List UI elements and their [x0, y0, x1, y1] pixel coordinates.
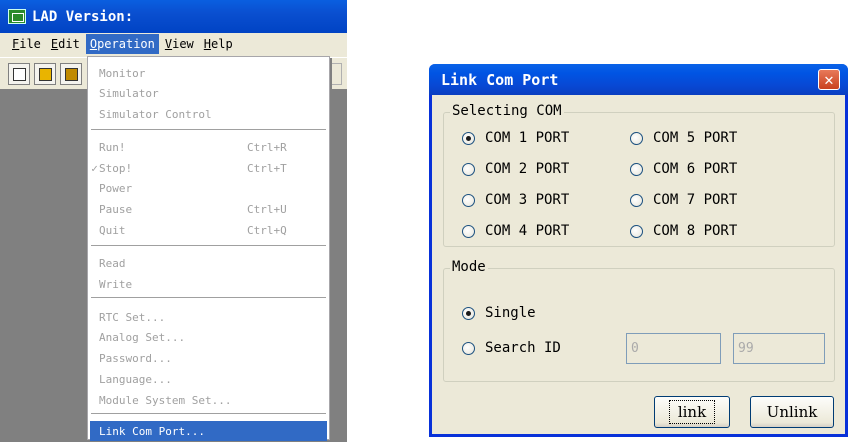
radio-single[interactable]: Single	[462, 305, 536, 321]
new-file-icon[interactable]	[8, 63, 30, 85]
menu-view[interactable]: View	[161, 34, 198, 54]
app-titlebar: LAD Version:	[0, 0, 347, 33]
menu-item-pause[interactable]: Pause Ctrl+U	[90, 199, 327, 219]
menu-item-shortcut: Ctrl+Q	[247, 223, 287, 237]
menu-help[interactable]: Help	[200, 34, 237, 54]
radio-com-1-button[interactable]	[462, 131, 475, 145]
dialog-title: Link Com Port	[441, 70, 559, 89]
menu-item-simulator[interactable]: Simulator	[90, 83, 327, 103]
radio-com-2-port[interactable]: COM 2 PORT	[462, 161, 569, 177]
menu-item-label: Analog Set...	[99, 330, 186, 344]
dialog-titlebar: Link Com Port ✕	[429, 64, 848, 95]
operation-dropdown-menu: Monitor Simulator Simulator Control Run! Ctr…	[87, 56, 330, 441]
radio-com-7-button[interactable]	[630, 193, 643, 207]
save-icon[interactable]	[60, 63, 82, 85]
menu-item-link-com-port[interactable]: Link Com Port...	[90, 421, 327, 441]
menu-item-simulator-control[interactable]: Simulator Control	[90, 104, 327, 124]
radio-com-6-port[interactable]: COM 6 PORT	[630, 161, 737, 177]
menu-item-quit[interactable]: Quit Ctrl+Q	[90, 220, 327, 240]
menu-item-analog-set[interactable]: Analog Set...	[90, 327, 327, 347]
menu-item-monitor[interactable]: Monitor	[90, 63, 327, 83]
menu-item-password[interactable]: Password...	[90, 348, 327, 368]
menu-item-label: Password...	[99, 351, 172, 365]
unlink-button-label: Unlink	[766, 403, 818, 421]
menu-item-label: Module System Set...	[99, 393, 232, 407]
radio-search-id-button[interactable]	[462, 341, 475, 355]
menu-item-label: Stop!	[99, 161, 133, 175]
radio-com-5-port[interactable]: COM 5 PORT	[630, 130, 737, 146]
menubar: File Edit Operation View Help	[0, 33, 347, 55]
radio-com-8-button[interactable]	[630, 224, 643, 238]
menu-item-label: Quit	[99, 223, 126, 237]
radio-com-5-button[interactable]	[630, 131, 643, 145]
radio-search-id-label: Search ID	[485, 340, 561, 356]
radio-com-3-button[interactable]	[462, 193, 475, 207]
menu-separator	[91, 413, 326, 415]
menu-edit[interactable]: Edit	[47, 34, 84, 54]
menu-item-language[interactable]: Language...	[90, 369, 327, 389]
radio-com-6-button[interactable]	[630, 162, 643, 176]
check-icon: ✓	[91, 161, 98, 175]
link-button[interactable]: link	[654, 396, 730, 428]
menu-item-label: RTC Set...	[99, 310, 166, 324]
radio-com-8-label: COM 8 PORT	[653, 223, 738, 239]
menu-item-label: Language...	[99, 372, 172, 386]
menu-item-rtc-set[interactable]: RTC Set...	[90, 307, 327, 327]
radio-com-6-label: COM 6 PORT	[653, 161, 738, 177]
search-id-to-input[interactable]: 99	[733, 333, 825, 364]
menu-item-shortcut: Ctrl+U	[247, 202, 287, 216]
radio-com-3-label: COM 3 PORT	[485, 192, 570, 208]
open-folder-icon[interactable]	[34, 63, 56, 85]
menu-item-label: Power	[99, 181, 133, 195]
menu-item-label: Link Com Port...	[99, 424, 205, 438]
close-icon[interactable]: ✕	[818, 69, 840, 90]
menu-item-label: Write	[99, 277, 133, 291]
menu-item-label: Simulator Control	[99, 107, 212, 121]
radio-com-3-port[interactable]: COM 3 PORT	[462, 192, 569, 208]
radio-com-1-label: COM 1 PORT	[485, 130, 570, 146]
mode-group: Mode Single Search ID 0 99	[443, 259, 835, 382]
radio-single-button[interactable]	[462, 306, 475, 320]
link-com-port-dialog: Link Com Port ✕ Selecting COM COM 1 PORT…	[429, 64, 848, 437]
menu-item-label: Simulator	[99, 86, 159, 100]
menu-item-stop[interactable]: ✓ Stop! Ctrl+T	[90, 158, 327, 178]
radio-com-2-label: COM 2 PORT	[485, 161, 570, 177]
menu-separator	[91, 129, 326, 131]
radio-com-4-label: COM 4 PORT	[485, 223, 570, 239]
unlink-button[interactable]: Unlink	[750, 396, 834, 428]
radio-com-8-port[interactable]: COM 8 PORT	[630, 223, 737, 239]
selecting-com-group: Selecting COM COM 1 PORT COM 2 PORT COM 3 …	[443, 103, 835, 247]
menu-separator	[91, 245, 326, 247]
lad-app-window: LAD Version: File Edit Operation View He…	[0, 0, 347, 442]
menu-item-shortcut: Ctrl+R	[247, 140, 287, 154]
radio-com-7-port[interactable]: COM 7 PORT	[630, 192, 737, 208]
menu-item-shortcut: Ctrl+T	[247, 161, 287, 175]
radio-com-2-button[interactable]	[462, 162, 475, 176]
menu-item-write[interactable]: Write	[90, 274, 327, 294]
menu-separator	[91, 297, 326, 299]
radio-com-4-port[interactable]: COM 4 PORT	[462, 223, 569, 239]
app-title: LAD Version:	[32, 8, 134, 25]
selecting-com-legend: Selecting COM	[450, 103, 564, 119]
menu-item-label: Read	[99, 256, 126, 270]
menu-item-label: Run!	[99, 140, 126, 154]
radio-single-label: Single	[485, 305, 536, 321]
radio-com-5-label: COM 5 PORT	[653, 130, 738, 146]
menu-item-label: Pause	[99, 202, 133, 216]
search-id-from-input[interactable]: 0	[626, 333, 721, 364]
menu-item-run[interactable]: Run! Ctrl+R	[90, 137, 327, 157]
menu-item-read[interactable]: Read	[90, 253, 327, 273]
radio-com-4-button[interactable]	[462, 224, 475, 238]
menu-item-label: Monitor	[99, 66, 146, 80]
radio-com-7-label: COM 7 PORT	[653, 192, 738, 208]
menu-item-module-system-set[interactable]: Module System Set...	[90, 390, 327, 410]
radio-search-id[interactable]: Search ID	[462, 340, 561, 356]
menu-item-power[interactable]: Power	[90, 178, 327, 198]
menu-operation[interactable]: Operation	[85, 34, 159, 54]
menu-file[interactable]: File	[8, 34, 45, 54]
mode-legend: Mode	[450, 259, 488, 275]
radio-com-1-port[interactable]: COM 1 PORT	[462, 130, 569, 146]
app-icon	[8, 9, 26, 24]
link-button-label: link	[668, 400, 716, 424]
